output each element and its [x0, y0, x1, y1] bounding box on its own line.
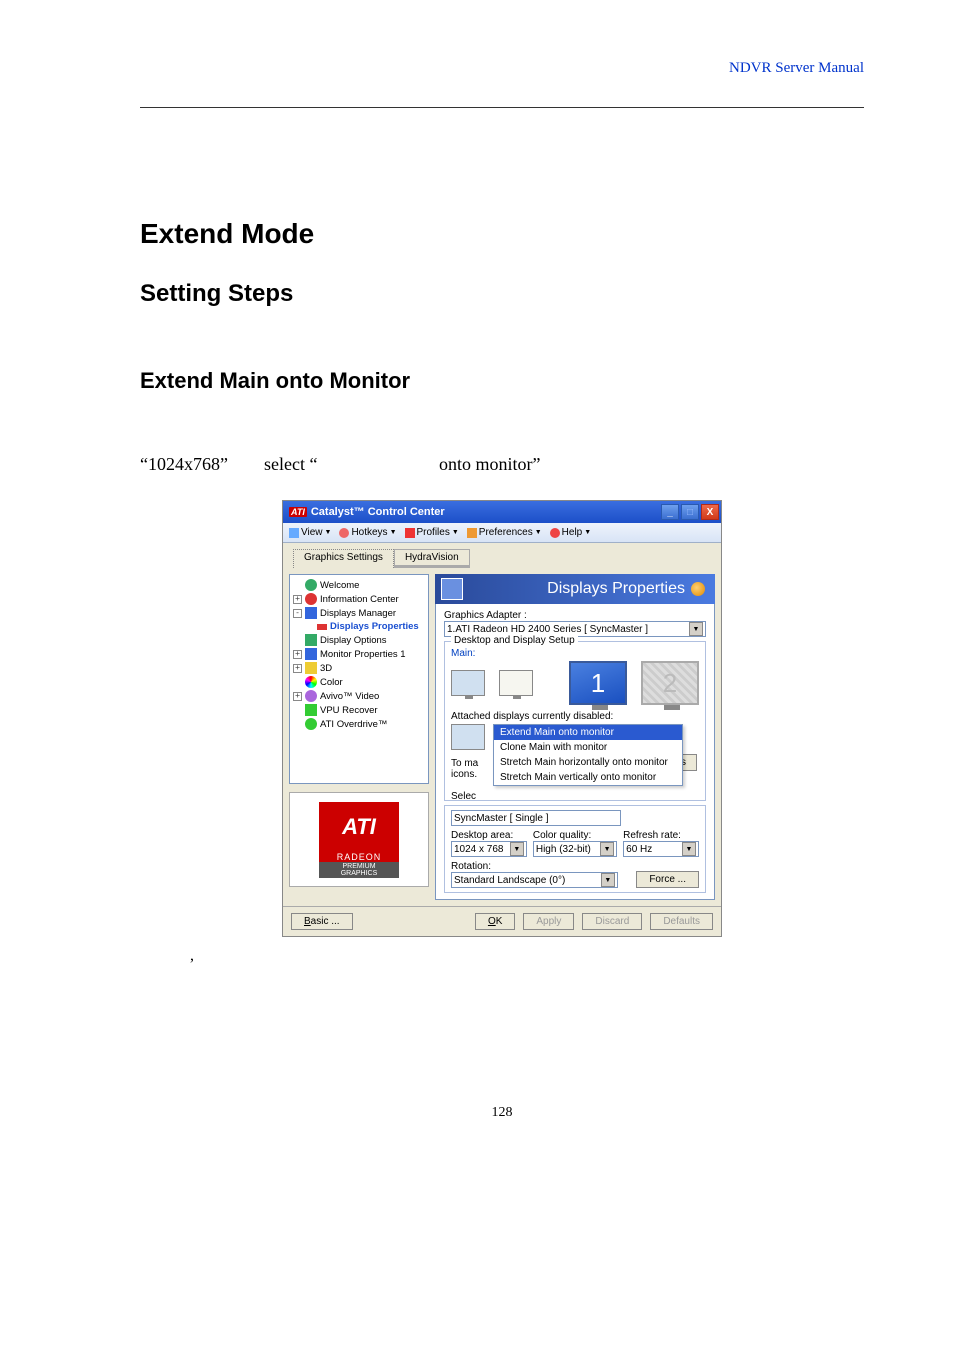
monitor-large-1[interactable]: 1 [569, 661, 627, 705]
group-desktop-setup-label: Desktop and Display Setup [451, 635, 578, 646]
manual-title: NDVR Server Manual [140, 60, 864, 77]
page-number: 128 [140, 1105, 864, 1121]
chevron-down-icon: ▼ [510, 842, 524, 856]
color-quality-label: Color quality: [533, 830, 617, 841]
monitor-large-2[interactable]: 2 [641, 661, 699, 705]
basic-button[interactable]: Basic ... [291, 913, 353, 930]
graphics-adapter-label: Graphics Adapter : [444, 610, 706, 621]
panel-header: Displays Properties [435, 574, 715, 604]
tree-ati-overdrive[interactable]: ATI Overdrive™ [305, 717, 425, 731]
context-menu: Extend Main onto monitor Clone Main with… [493, 724, 683, 786]
tree-monitor-properties[interactable]: +Monitor Properties 1 [293, 647, 425, 661]
panel-header-icon [441, 578, 463, 600]
monitor-thumbnail-main[interactable] [451, 670, 485, 696]
radeon-label: RADEON [319, 852, 399, 862]
close-button[interactable]: X [701, 504, 719, 520]
monitor-thumbnail-secondary[interactable] [499, 670, 533, 696]
attached-displays-label: Attached displays currently disabled: [451, 711, 699, 722]
tree-displays-properties[interactable]: Displays Properties [317, 620, 425, 633]
menu-help[interactable]: Help ▼ [550, 527, 592, 538]
chevron-down-icon: ▼ [600, 842, 614, 856]
menubar: View ▼ Hotkeys ▼ Profiles ▼ Preferences … [283, 523, 721, 543]
minimize-button[interactable]: _ [661, 504, 679, 520]
ati-logo-icon: ATI [319, 802, 399, 852]
header-divider [140, 107, 864, 108]
menu-view[interactable]: View ▼ [289, 527, 331, 538]
tree-display-options[interactable]: Display Options [305, 633, 425, 647]
window-title: Catalyst™ Control Center [311, 506, 445, 518]
desktop-area-label: Desktop area: [451, 830, 527, 841]
text-onto-monitor: onto monitor” [439, 454, 541, 474]
tree-vpu-recover[interactable]: VPU Recover [305, 703, 425, 717]
disabled-monitor-thumbnail[interactable] [451, 724, 485, 750]
tree-displays-manager[interactable]: -Displays Manager [293, 606, 425, 620]
force-button[interactable]: Force ... [636, 871, 699, 888]
maximize-button[interactable]: □ [681, 504, 699, 520]
main-label: Main: [451, 648, 699, 659]
heading-setting-steps: Setting Steps [140, 280, 864, 308]
selected-device-value: SyncMaster [ Single ] [454, 813, 548, 824]
heading-extend-main: Extend Main onto Monitor [140, 368, 864, 394]
color-quality-combo[interactable]: High (32-bit)▼ [533, 841, 617, 857]
graphics-adapter-value: 1.ATI Radeon HD 2400 Series [ SyncMaster… [447, 624, 648, 635]
ati-badge-icon: ATI [289, 507, 307, 517]
panel-title: Displays Properties [547, 580, 685, 598]
tree-3d[interactable]: +3D [293, 661, 425, 675]
selected-device-combo[interactable]: SyncMaster [ Single ] [451, 810, 621, 826]
body-text-line: “1024x768” select “ onto monitor” [140, 454, 864, 475]
desktop-area-combo[interactable]: 1024 x 768▼ [451, 841, 527, 857]
tree-color[interactable]: Color [305, 675, 425, 689]
hint-text-1: To ma [451, 758, 478, 769]
refresh-rate-label: Refresh rate: [623, 830, 699, 841]
app-window: ATI Catalyst™ Control Center _ □ X View … [282, 500, 722, 937]
swirl-icon [691, 582, 705, 596]
hint-text-2: icons. [451, 769, 477, 780]
apply-button[interactable]: Apply [523, 913, 574, 930]
ctx-clone-main[interactable]: Clone Main with monitor [494, 740, 682, 755]
tree-welcome[interactable]: Welcome [305, 578, 425, 592]
chevron-down-icon: ▼ [689, 622, 703, 636]
ctx-stretch-vertical[interactable]: Stretch Main vertically onto monitor [494, 770, 682, 785]
trailing-comma: , [190, 947, 864, 965]
tab-graphics-settings[interactable]: Graphics Settings [293, 549, 394, 568]
titlebar[interactable]: ATI Catalyst™ Control Center _ □ X [283, 501, 721, 523]
premium-graphics-label: PREMIUM GRAPHICS [319, 862, 399, 878]
chevron-down-icon: ▼ [682, 842, 696, 856]
ati-logo-panel: ATI RADEON PREMIUM GRAPHICS [289, 792, 429, 887]
menu-profiles[interactable]: Profiles ▼ [405, 527, 459, 538]
ok-button[interactable]: OK [475, 913, 515, 930]
tree-avivo-video[interactable]: +Avivo™ Video [293, 689, 425, 703]
tree-information-center[interactable]: +Information Center [293, 592, 425, 606]
nav-tree[interactable]: Welcome +Information Center -Displays Ma… [289, 574, 429, 784]
text-select: select “ [264, 454, 317, 474]
ctx-extend-main[interactable]: Extend Main onto monitor [494, 725, 682, 740]
rotation-label: Rotation: [451, 861, 618, 872]
refresh-rate-combo[interactable]: 60 Hz▼ [623, 841, 699, 857]
chevron-down-icon: ▼ [601, 873, 615, 887]
menu-preferences[interactable]: Preferences ▼ [467, 527, 542, 538]
defaults-button[interactable]: Defaults [650, 913, 713, 930]
menu-hotkeys[interactable]: Hotkeys ▼ [339, 527, 396, 538]
heading-extend-mode: Extend Mode [140, 218, 864, 250]
text-resolution: “1024x768” [140, 454, 228, 474]
discard-button[interactable]: Discard [582, 913, 642, 930]
rotation-combo[interactable]: Standard Landscape (0°)▼ [451, 872, 618, 888]
hint-text-3: Selec [451, 791, 476, 802]
ctx-stretch-horizontal[interactable]: Stretch Main horizontally onto monitor [494, 755, 682, 770]
tab-hydravision[interactable]: HydraVision [394, 549, 470, 568]
